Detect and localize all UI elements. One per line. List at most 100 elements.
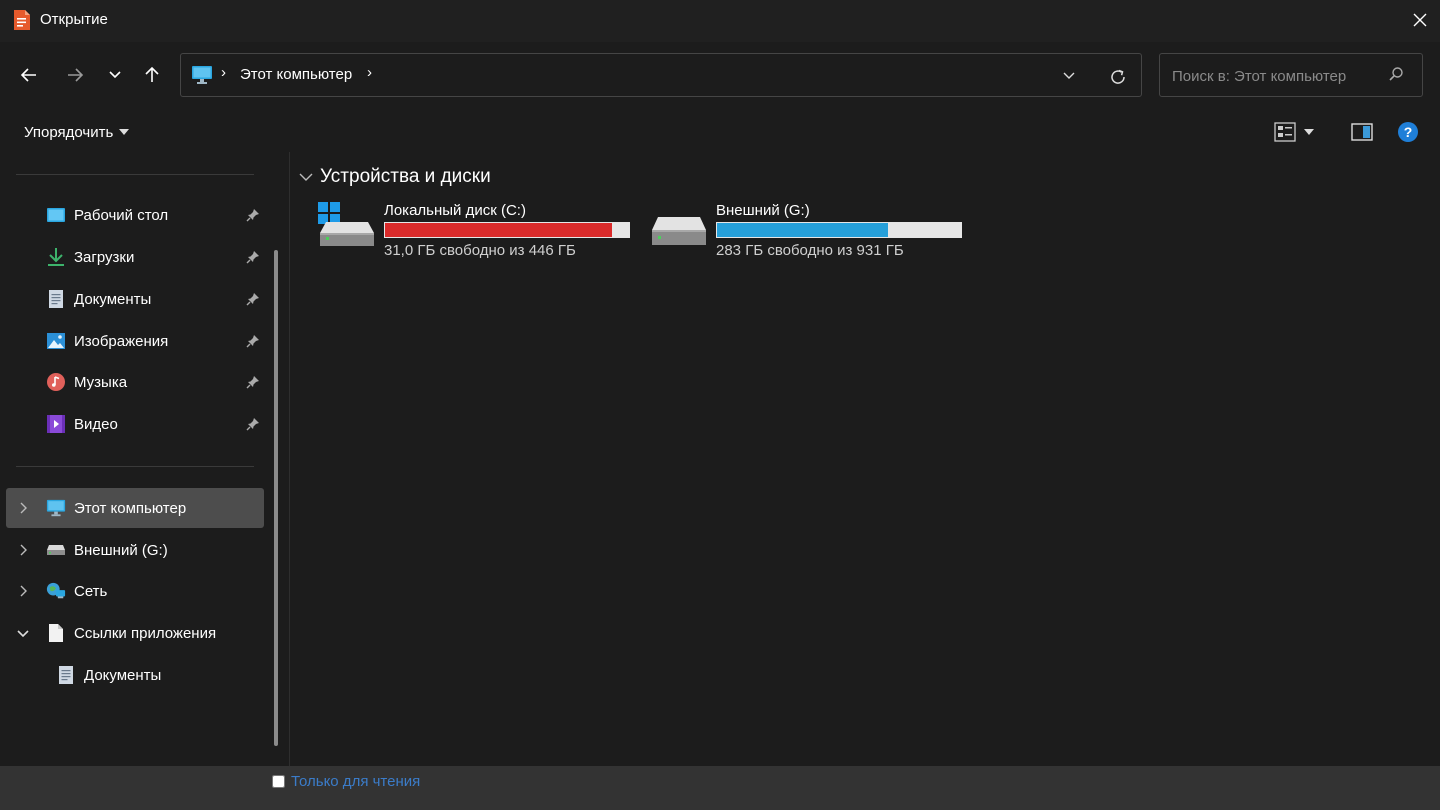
organize-label: Упорядочить (24, 123, 114, 141)
document-icon (46, 289, 66, 309)
quick-access-videos[interactable]: Видео (46, 404, 276, 444)
drive-usage-fill (385, 223, 612, 237)
quick-access-music[interactable]: Музыка (46, 362, 276, 402)
readonly-checkbox[interactable] (272, 775, 285, 788)
quick-access-label: Загрузки (74, 248, 135, 266)
powerpoint-icon (12, 8, 32, 32)
preview-pane-button[interactable] (1348, 118, 1376, 146)
quick-access-label: Документы (74, 290, 152, 308)
tree-item-this-pc[interactable]: Этот компьютер (6, 488, 264, 528)
computer-icon (46, 498, 66, 518)
quick-access-label: Рабочий стол (74, 206, 169, 224)
help-icon: ? (1398, 122, 1418, 142)
quick-access-label: Музыка (74, 373, 128, 391)
search-icon (1388, 66, 1404, 87)
divider (16, 466, 254, 467)
pin-icon (246, 376, 259, 389)
drive-free-space: 31,0 ГБ свободно из 446 ГБ (384, 242, 576, 259)
help-button[interactable]: ? (1396, 120, 1420, 144)
arrow-up-icon (145, 66, 159, 82)
drive-icon (46, 540, 66, 560)
tree-item-label: Сеть (74, 582, 108, 600)
desktop-icon (46, 205, 66, 225)
quick-access-documents[interactable]: Документы (46, 279, 276, 319)
chevron-right-icon[interactable] (6, 544, 40, 556)
quick-access-label: Изображения (74, 332, 169, 350)
address-history-button[interactable] (1059, 66, 1079, 86)
chevron-right-icon[interactable] (6, 585, 40, 597)
search-box[interactable] (1159, 53, 1423, 97)
quick-access-pictures[interactable]: Изображения (46, 321, 276, 361)
change-view-button[interactable] (1274, 118, 1314, 146)
chevron-down-icon (109, 71, 121, 79)
pin-icon (246, 335, 259, 348)
tree-item-label: Этот компьютер (74, 499, 187, 517)
tree-item-app-links[interactable]: Ссылки приложения (6, 613, 264, 653)
close-icon (1413, 13, 1427, 27)
pictures-icon (46, 331, 66, 351)
network-icon (46, 581, 66, 601)
download-icon (46, 247, 66, 267)
chevron-down-icon[interactable] (6, 628, 40, 638)
window-title: Открытие (40, 11, 108, 28)
forward-button[interactable] (58, 58, 92, 92)
drive-usage-bar (384, 222, 630, 238)
pin-icon (246, 293, 259, 306)
divider (16, 174, 254, 175)
arrow-left-icon (20, 68, 36, 82)
title-bar (0, 0, 1440, 42)
recent-locations-button[interactable] (98, 58, 132, 92)
group-title: Устройства и диски (320, 166, 491, 187)
tree-item-app-links-documents[interactable]: Документы (56, 655, 286, 695)
readonly-label[interactable]: Только для чтения (291, 773, 420, 790)
search-input[interactable] (1170, 65, 1384, 87)
tree-item-label: Ссылки приложения (74, 624, 217, 642)
chevron-down-icon (299, 173, 313, 181)
bottom-bar (0, 766, 1440, 810)
organize-button[interactable]: Упорядочить (16, 118, 137, 146)
pin-icon (246, 251, 259, 264)
tree-item-label: Документы (84, 666, 162, 684)
system-drive-icon (318, 200, 378, 250)
breadcrumb-separator[interactable]: › (367, 64, 372, 81)
drive-usage-bar (716, 222, 962, 238)
breadcrumb-this-pc[interactable]: Этот компьютер (240, 66, 352, 83)
chevron-right-icon[interactable] (6, 502, 40, 514)
command-bar (0, 110, 1440, 152)
music-icon (46, 372, 66, 392)
drive-item-g[interactable]: Внешний (G:) 283 ГБ свободно из 931 ГБ (650, 200, 970, 260)
caret-down-icon (119, 129, 130, 135)
up-button[interactable] (135, 58, 169, 92)
tree-item-external-drive[interactable]: Внешний (G:) (6, 530, 264, 570)
arrow-right-icon (68, 68, 84, 82)
computer-icon (191, 65, 213, 90)
tree-item-label: Внешний (G:) (74, 541, 168, 559)
document-icon (56, 665, 76, 685)
refresh-button[interactable] (1107, 66, 1129, 88)
navigation-scrollbar[interactable] (274, 250, 278, 746)
drive-free-space: 283 ГБ свободно из 931 ГБ (716, 242, 904, 259)
preview-pane-icon (1351, 123, 1373, 141)
group-header-devices[interactable]: Устройства и диски (298, 166, 491, 188)
drive-item-c[interactable]: Локальный диск (C:) 31,0 ГБ свободно из … (318, 200, 638, 260)
video-icon (46, 414, 66, 434)
drive-name: Внешний (G:) (716, 202, 810, 219)
back-button[interactable] (12, 58, 46, 92)
drive-icon (650, 200, 710, 250)
pin-icon (246, 418, 259, 431)
details-view-icon (1274, 122, 1296, 142)
close-button[interactable] (1400, 0, 1440, 40)
caret-down-icon (1304, 129, 1314, 135)
quick-access-label: Видео (74, 415, 118, 433)
quick-access-desktop[interactable]: Рабочий стол (46, 195, 276, 235)
refresh-icon (1111, 69, 1125, 84)
address-bar[interactable]: › Этот компьютер › (180, 53, 1142, 97)
drive-usage-fill (717, 223, 888, 237)
pin-icon (246, 209, 259, 222)
drive-name: Локальный диск (C:) (384, 202, 526, 219)
breadcrumb-separator[interactable]: › (221, 64, 226, 81)
tree-item-network[interactable]: Сеть (6, 571, 264, 611)
file-icon (46, 623, 66, 643)
svg-text:?: ? (1404, 124, 1413, 140)
quick-access-downloads[interactable]: Загрузки (46, 237, 276, 277)
